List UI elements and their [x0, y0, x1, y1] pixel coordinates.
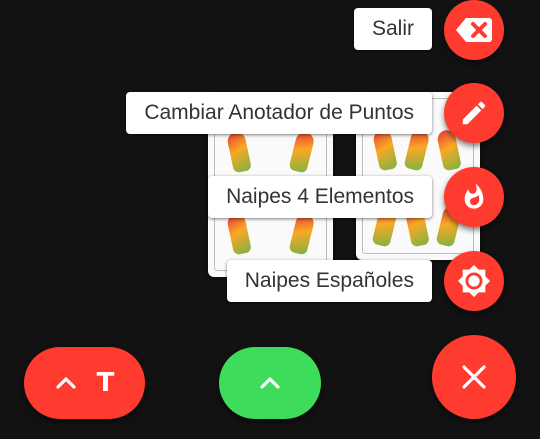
naipes-4-elementos-button[interactable]	[444, 167, 504, 227]
brightness-icon	[457, 264, 491, 298]
menu-label-salir[interactable]: Salir	[353, 8, 432, 50]
expand-button[interactable]	[219, 347, 321, 419]
menu-label-cambiar-anotador[interactable]: Cambiar Anotador de Puntos	[126, 92, 432, 134]
chevron-up-icon	[55, 376, 77, 390]
cambiar-anotador-button[interactable]	[444, 83, 504, 143]
menu-label-naipes-4-elementos[interactable]: Naipes 4 Elementos	[208, 176, 432, 218]
naipes-espanoles-button[interactable]	[444, 251, 504, 311]
chevron-up-icon	[259, 376, 281, 390]
fire-icon	[460, 181, 488, 213]
expand-text-button[interactable]: T	[24, 347, 145, 419]
menu-label-naipes-espanoles[interactable]: Naipes Españoles	[226, 260, 432, 302]
salir-button[interactable]	[444, 0, 504, 60]
close-menu-button[interactable]	[432, 335, 516, 419]
text-icon: T	[96, 368, 115, 398]
backspace-icon	[455, 16, 493, 44]
close-icon	[461, 364, 487, 390]
pencil-icon	[459, 98, 489, 128]
